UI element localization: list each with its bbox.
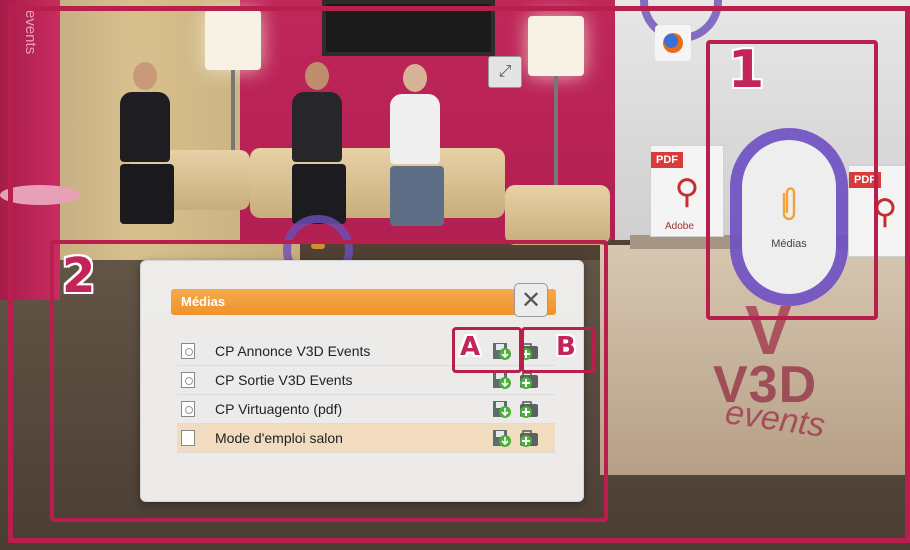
annotation-label-b: B — [556, 332, 576, 362]
annotation-label-a: A — [460, 332, 481, 362]
annotation-label-2: 2 — [62, 248, 96, 304]
virtual-booth-scene: events PDF ⚲ Adobe PDF ⚲ V V3D events ⤢ … — [0, 0, 910, 550]
annotation-frame-2 — [50, 240, 608, 522]
annotation-label-1: 1 — [728, 40, 765, 100]
